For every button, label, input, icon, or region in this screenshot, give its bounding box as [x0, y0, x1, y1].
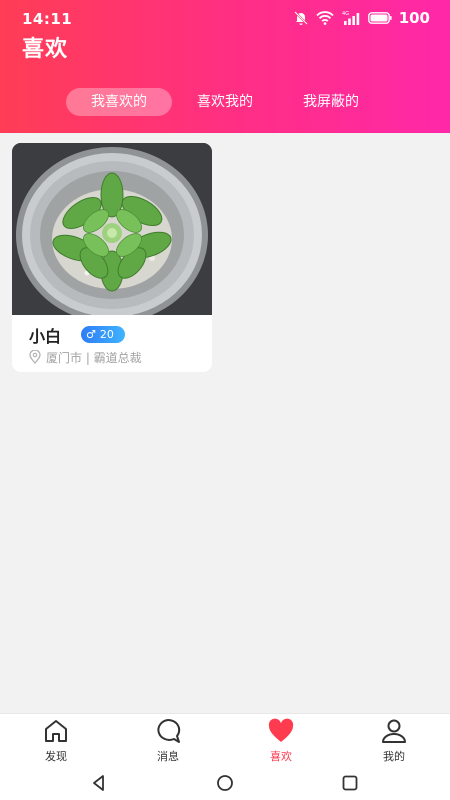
recents-square-icon[interactable]	[341, 774, 359, 792]
nav-likes-label: 喜欢	[270, 750, 292, 763]
tab-blocked[interactable]: 我屏蔽的	[278, 88, 384, 116]
nav-me-label: 我的	[383, 750, 405, 763]
page-title: 喜欢	[22, 37, 69, 62]
home-icon	[45, 720, 67, 742]
back-icon[interactable]	[90, 774, 108, 792]
nav-messages[interactable]: 消息	[112, 714, 224, 767]
nav-likes[interactable]: 喜欢	[225, 714, 337, 767]
user-location: 厦门市 | 霸道总裁	[29, 349, 142, 365]
location-text: 厦门市 | 霸道总裁	[46, 350, 142, 365]
nav-me[interactable]: 我的	[338, 714, 450, 767]
system-nav-bar	[0, 766, 450, 800]
header: 14:11 4G 100 喜欢 我喜欢的 喜欢我的 我屏蔽的	[0, 0, 450, 133]
cellular-signal-icon: 4G	[342, 11, 359, 25]
status-time: 14:11	[22, 10, 73, 28]
age-label: 20	[99, 328, 114, 341]
network-type-label: 4G	[342, 11, 349, 17]
male-icon: ♂	[86, 328, 96, 341]
nav-messages-label: 消息	[157, 750, 179, 763]
bottom-nav: 发现 消息 喜欢 我的	[0, 713, 450, 766]
tab-bar: 我喜欢的 喜欢我的 我屏蔽的	[0, 88, 450, 116]
user-card[interactable]: 小白 ♂ 20 厦门市 | 霸道总裁	[12, 143, 212, 372]
chat-bubble-icon	[157, 718, 181, 743]
nav-discover-label: 发现	[45, 750, 67, 763]
status-icons: 4G 100	[293, 9, 430, 27]
location-pin-icon	[29, 350, 41, 364]
tab-liked-me[interactable]: 喜欢我的	[172, 88, 278, 116]
heart-icon	[268, 718, 294, 742]
tab-i-liked[interactable]: 我喜欢的	[66, 88, 172, 116]
battery-icon	[367, 12, 392, 24]
user-photo	[12, 143, 212, 315]
nav-discover[interactable]: 发现	[0, 714, 112, 767]
person-icon	[382, 719, 406, 743]
wifi-icon	[316, 11, 334, 25]
battery-level: 100	[398, 9, 430, 27]
notifications-muted-icon	[293, 11, 308, 25]
gender-age-badge: ♂ 20	[81, 326, 125, 343]
user-name: 小白	[29, 327, 62, 346]
home-circle-icon[interactable]	[216, 774, 234, 792]
